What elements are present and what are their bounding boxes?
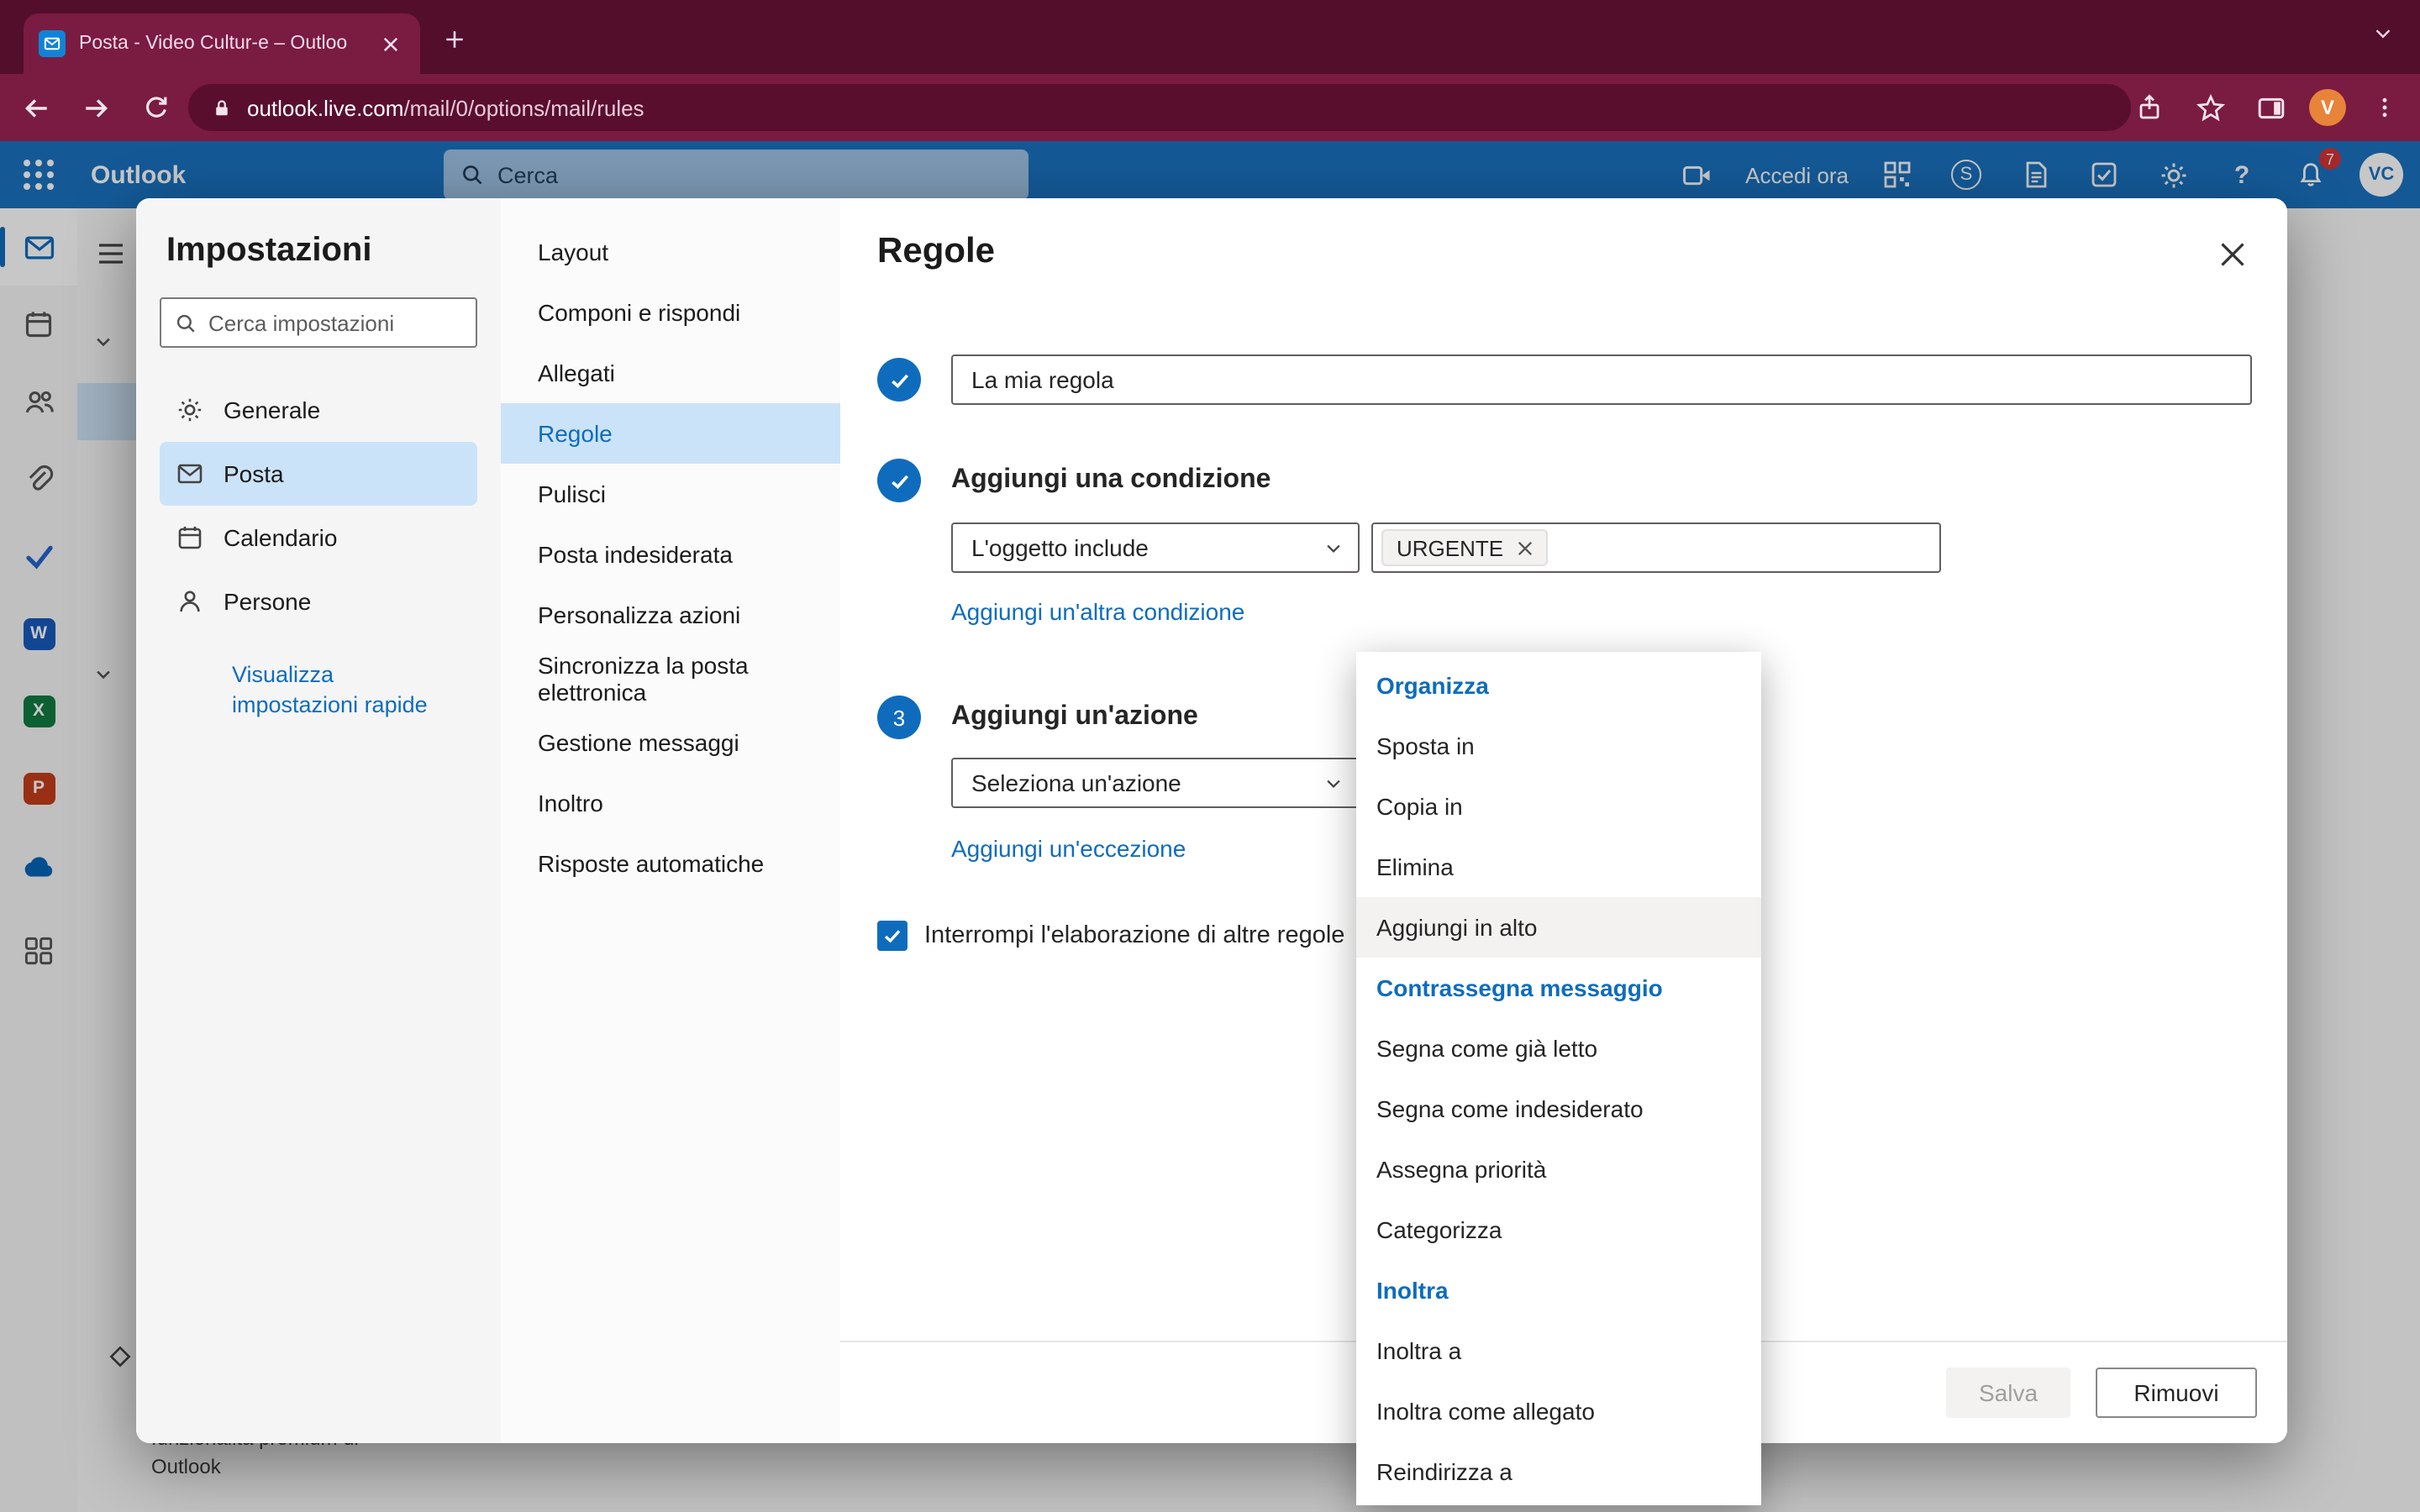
bookmark-star-icon[interactable]: [2188, 86, 2232, 129]
settings-nav-posta[interactable]: Posta: [160, 442, 477, 506]
subnav-regole[interactable]: Regole: [501, 403, 840, 464]
rule-name-input[interactable]: [951, 354, 2252, 405]
screen: Posta - Video Cultur-e – Outloo ou: [0, 0, 2420, 1512]
subnav-inoltro[interactable]: Inoltro: [501, 773, 840, 833]
add-exception-link[interactable]: Aggiungi un'eccezione: [951, 835, 1186, 862]
tab-search-chevron-icon[interactable]: [2373, 24, 2393, 44]
subnav-posta-indesiderata[interactable]: Posta indesiderata: [501, 524, 840, 585]
stop-processing-label: Interrompi l'elaborazione di altre regol…: [924, 922, 1344, 949]
condition-chip-label: URGENTE: [1397, 535, 1503, 560]
settings-title: Impostazioni: [166, 232, 477, 270]
dialog-close-icon[interactable]: [2213, 235, 2250, 272]
url-path: /mail/0/options/mail/rules: [403, 95, 644, 120]
subnav-sincronizza-posta[interactable]: Sincronizza la posta elettronica: [501, 645, 840, 712]
checkbox-checked-icon[interactable]: [877, 921, 908, 951]
action-select-menu: Organizza Sposta in Copia in Elimina Agg…: [1356, 652, 1761, 1505]
menu-item-categorizza[interactable]: Categorizza: [1356, 1200, 1761, 1260]
browser-menu-icon[interactable]: [2363, 86, 2407, 129]
rules-title: Regole: [877, 232, 995, 272]
menu-item-sposta-in[interactable]: Sposta in: [1356, 716, 1761, 776]
forward-button[interactable]: [71, 82, 121, 133]
step2-check-icon: [877, 459, 921, 502]
stop-processing-row[interactable]: Interrompi l'elaborazione di altre regol…: [877, 921, 1344, 951]
reload-button[interactable]: [131, 82, 182, 133]
settings-search-box[interactable]: [160, 297, 477, 348]
step3-number: 3: [877, 696, 921, 739]
add-condition-link[interactable]: Aggiungi un'altra condizione: [951, 598, 1244, 625]
outlook-favicon-icon: [39, 30, 66, 57]
url-domain: outlook.live.com: [247, 95, 403, 120]
settings-nav-persone[interactable]: Persone: [160, 570, 477, 633]
settings-nav-label: Generale: [224, 396, 320, 423]
condition-section-title: Aggiungi una condizione: [951, 465, 1270, 496]
gear-icon: [176, 396, 205, 423]
menu-item-segna-come-indesiderato[interactable]: Segna come indesiderato: [1356, 1079, 1761, 1139]
condition-value-field[interactable]: URGENTE: [1371, 522, 1941, 573]
chevron-down-icon: [1324, 774, 1343, 792]
mail-icon: [176, 460, 205, 487]
browser-tab-strip: Posta - Video Cultur-e – Outloo: [0, 0, 2420, 74]
address-bar[interactable]: outlook.live.com/mail/0/options/mail/rul…: [188, 84, 2131, 131]
menu-item-inoltra-come-allegato[interactable]: Inoltra come allegato: [1356, 1381, 1761, 1441]
remove-button[interactable]: Rimuovi: [2096, 1368, 2257, 1418]
settings-nav-label: Posta: [224, 460, 284, 487]
subnav-allegati[interactable]: Allegati: [501, 343, 840, 403]
menu-item-assegna-priorita[interactable]: Assegna priorità: [1356, 1139, 1761, 1200]
chip-remove-icon[interactable]: [1517, 540, 1532, 555]
calendar-icon: [176, 524, 205, 551]
new-tab-button[interactable]: [437, 22, 471, 55]
search-icon: [175, 312, 197, 333]
action-dropdown[interactable]: Seleziona un'azione: [951, 758, 1360, 808]
menu-item-segna-come-gia-letto[interactable]: Segna come già letto: [1356, 1018, 1761, 1079]
share-icon[interactable]: [2128, 86, 2171, 129]
back-button[interactable]: [10, 82, 60, 133]
person-icon: [176, 588, 205, 615]
step1-check-icon: [877, 358, 921, 402]
side-panel-icon[interactable]: [2249, 86, 2292, 129]
condition-chip: URGENTE: [1381, 529, 1547, 566]
chevron-down-icon: [1324, 538, 1343, 557]
settings-nav-generale[interactable]: Generale: [160, 378, 477, 442]
settings-nav-panel: Impostazioni Generale Po: [136, 198, 501, 1443]
lock-icon: [212, 97, 232, 118]
condition-dropdown-value: L'oggetto include: [971, 534, 1149, 561]
browser-toolbar: outlook.live.com/mail/0/options/mail/rul…: [0, 74, 2420, 141]
subnav-risposte-automatiche[interactable]: Risposte automatiche: [501, 833, 840, 894]
subnav-gestione-messaggi[interactable]: Gestione messaggi: [501, 712, 840, 773]
settings-nav-label: Calendario: [224, 524, 337, 551]
browser-tab[interactable]: Posta - Video Cultur-e – Outloo: [24, 13, 420, 74]
menu-header-contrassegna-messaggio: Contrassegna messaggio: [1356, 958, 1761, 1018]
subnav-componi-e-rispondi[interactable]: Componi e rispondi: [501, 282, 840, 343]
menu-item-copia-in[interactable]: Copia in: [1356, 776, 1761, 837]
menu-item-elimina[interactable]: Elimina: [1356, 837, 1761, 897]
tab-close-icon[interactable]: [375, 29, 405, 59]
settings-nav-label: Persone: [224, 588, 311, 615]
settings-subnav-panel: Layout Componi e rispondi Allegati Regol…: [501, 198, 840, 1443]
settings-nav-calendario[interactable]: Calendario: [160, 506, 477, 570]
menu-header-organizza: Organizza: [1356, 655, 1761, 716]
menu-item-reindirizza-a[interactable]: Reindirizza a: [1356, 1441, 1761, 1502]
menu-item-aggiungi-in-alto[interactable]: Aggiungi in alto: [1356, 897, 1761, 958]
action-section-title: Aggiungi un'azione: [951, 702, 1198, 732]
browser-profile-avatar[interactable]: V: [2309, 89, 2346, 126]
action-dropdown-value: Seleziona un'azione: [971, 769, 1181, 796]
tab-title: Posta - Video Cultur-e – Outloo: [79, 34, 361, 54]
settings-dialog: Impostazioni Generale Po: [136, 198, 2287, 1443]
subnav-pulisci[interactable]: Pulisci: [501, 464, 840, 524]
condition-dropdown[interactable]: L'oggetto include: [951, 522, 1360, 573]
menu-item-inoltra-a[interactable]: Inoltra a: [1356, 1320, 1761, 1381]
settings-search-input[interactable]: [208, 310, 462, 335]
menu-header-inoltra: Inoltra: [1356, 1260, 1761, 1320]
subnav-personalizza-azioni[interactable]: Personalizza azioni: [501, 585, 840, 645]
subnav-layout[interactable]: Layout: [501, 222, 840, 282]
quick-settings-link[interactable]: Visualizza impostazioni rapide: [232, 660, 454, 719]
save-button[interactable]: Salva: [1946, 1368, 2070, 1418]
